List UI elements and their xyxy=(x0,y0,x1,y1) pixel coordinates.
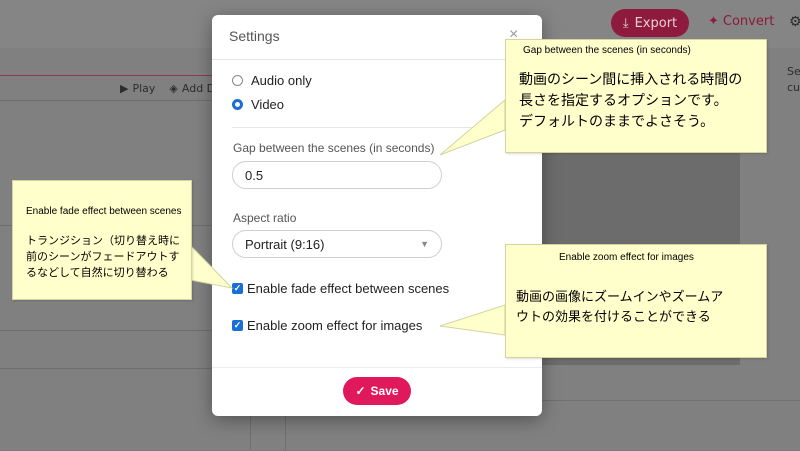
export-label: Export xyxy=(634,15,678,31)
callout-title: Enable zoom effect for images xyxy=(559,252,694,263)
callout-line: 前のシーンがフェードアウトす xyxy=(26,250,180,263)
callout-line: トランジション（切り替え時に xyxy=(26,234,180,247)
callout-line: 長さを指定するオプションです。 xyxy=(519,93,728,109)
callout-line: 動画のシーン間に挿入される時間の xyxy=(519,72,743,88)
callout-line: ウトの効果を付けることができる xyxy=(516,310,711,325)
gear-icon[interactable]: ⚙ xyxy=(789,14,800,30)
modal-title: Settings xyxy=(229,28,280,44)
zoom-label: Enable zoom effect for images xyxy=(247,318,423,333)
fade-checkbox-row[interactable]: ✓ Enable fade effect between scenes xyxy=(232,281,449,296)
aspect-field-label: Aspect ratio xyxy=(233,211,297,225)
convert-button[interactable]: ✦ Convert xyxy=(708,14,774,29)
gap-callout: Gap between the scenes (in seconds) 動画のシ… xyxy=(505,39,767,153)
play-icon: ▶ xyxy=(120,82,129,95)
radio-button[interactable] xyxy=(232,75,243,86)
convert-label: Convert xyxy=(722,14,775,29)
check-icon[interactable]: ✓ xyxy=(232,283,243,294)
add-button[interactable]: ◈ Add D xyxy=(169,82,215,95)
layers-icon: ◈ xyxy=(169,82,178,95)
callout-title: Enable fade effect between scenes xyxy=(26,206,182,217)
add-label: Add D xyxy=(181,82,216,95)
aspect-value: Portrait (9:16) xyxy=(245,236,325,252)
aspect-ratio-select[interactable]: Portrait (9:16) ▼ xyxy=(232,230,442,258)
play-button[interactable]: ▶ Play xyxy=(120,82,155,95)
radio-video[interactable]: Video xyxy=(232,97,284,112)
fade-callout: Enable fade effect between scenes トランジショ… xyxy=(12,180,192,300)
callout-line: デフォルトのままでよさそう。 xyxy=(519,114,715,130)
check-icon[interactable]: ✓ xyxy=(232,320,243,331)
chevron-down-icon: ▼ xyxy=(420,239,429,249)
callout-line: 動画の画像にズームインやズームア xyxy=(516,290,724,305)
fade-label: Enable fade effect between scenes xyxy=(247,281,450,296)
callout-line: るなどして自然に切り替わる xyxy=(26,266,169,279)
side-text: Se cu xyxy=(787,64,800,96)
modal-header: Settings × xyxy=(212,15,542,60)
scene-toolbar: ▶ Play ◈ Add D xyxy=(120,82,215,95)
side-text-line: cu xyxy=(787,81,800,94)
download-icon: ⤓ xyxy=(622,15,629,31)
zoom-checkbox-row[interactable]: ✓ Enable zoom effect for images xyxy=(232,318,422,333)
zoom-callout: Enable zoom effect for images 動画の画像にズームイ… xyxy=(505,244,767,358)
sparkle-icon: ✦ xyxy=(708,14,719,29)
export-button[interactable]: ⤓ Export xyxy=(611,9,689,37)
settings-modal: Settings × Audio only Video Gap between … xyxy=(212,15,542,416)
radio-label: Audio only xyxy=(251,73,312,88)
check-icon: ✓ xyxy=(355,384,366,398)
side-text-line: Se xyxy=(787,65,800,78)
radio-audio-only[interactable]: Audio only xyxy=(232,73,312,88)
play-label: Play xyxy=(132,82,156,95)
divider xyxy=(232,127,522,128)
radio-label: Video xyxy=(251,97,285,112)
gap-field-label: Gap between the scenes (in seconds) xyxy=(233,141,435,155)
save-button[interactable]: ✓ Save xyxy=(343,377,411,405)
save-label: Save xyxy=(370,384,399,398)
gap-input[interactable] xyxy=(232,161,442,189)
callout-title: Gap between the scenes (in seconds) xyxy=(523,45,691,56)
radio-button[interactable] xyxy=(232,99,243,110)
